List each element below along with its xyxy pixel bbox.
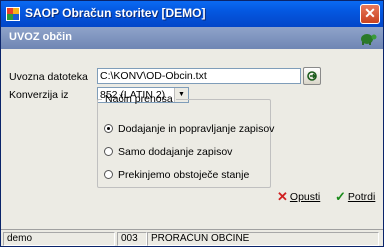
browse-icon bbox=[307, 71, 317, 81]
status-user: demo bbox=[3, 232, 115, 246]
title-bar[interactable]: SAOP Obračun storitev [DEMO] ✕ bbox=[1, 1, 383, 27]
conversion-label: Konverzija iz bbox=[9, 89, 69, 101]
radio-add-and-update[interactable]: Dodajanje in popravljanje zapisov bbox=[104, 123, 274, 135]
status-bar: demo 003 PRORAČUN OBČINE bbox=[1, 229, 383, 246]
close-button[interactable]: ✕ bbox=[360, 4, 380, 24]
cancel-label: Opusti bbox=[289, 191, 321, 203]
radio-label: Prekinjemo obstoječe stanje bbox=[118, 169, 250, 181]
status-module: PRORAČUN OBČINE bbox=[147, 232, 379, 246]
radio-overwrite[interactable]: Prekinjemo obstoječe stanje bbox=[104, 169, 249, 181]
panel-header: UVOZ občin bbox=[1, 27, 383, 49]
cancel-button[interactable]: ✕ Opusti bbox=[277, 189, 320, 205]
radio-label: Dodajanje in popravljanje zapisov bbox=[118, 123, 275, 135]
radio-unselected-icon bbox=[104, 170, 113, 179]
window-title: SAOP Obračun storitev [DEMO] bbox=[25, 6, 206, 20]
cancel-x-icon: ✕ bbox=[277, 189, 288, 204]
transfer-mode-legend: Način prenosa bbox=[105, 93, 173, 105]
saop-logo-icon bbox=[6, 7, 20, 21]
confirm-button[interactable]: ✓ Potrdi bbox=[335, 189, 375, 205]
form-area: Uvozna datoteka C:\KONV\OD-Obcin.txt Kon… bbox=[1, 49, 383, 229]
turtle-icon[interactable] bbox=[359, 30, 377, 46]
radio-selected-icon bbox=[104, 124, 113, 133]
application-window: SAOP Obračun storitev [DEMO] ✕ UVOZ obči… bbox=[0, 0, 384, 247]
browse-button[interactable] bbox=[303, 67, 321, 85]
panel-title: UVOZ občin bbox=[9, 31, 72, 43]
status-code: 003 bbox=[117, 232, 147, 246]
confirm-label: Potrdi bbox=[347, 191, 376, 203]
checkmark-icon: ✓ bbox=[335, 189, 346, 204]
transfer-mode-group: Način prenosa Dodajanje in popravljanje … bbox=[97, 93, 274, 188]
close-icon: ✕ bbox=[364, 5, 376, 21]
radio-label: Samo dodajanje zapisov bbox=[118, 146, 233, 158]
radio-unselected-icon bbox=[104, 147, 113, 156]
file-path-input[interactable]: C:\KONV\OD-Obcin.txt bbox=[97, 68, 301, 84]
file-label: Uvozna datoteka bbox=[9, 71, 88, 83]
radio-add-only[interactable]: Samo dodajanje zapisov bbox=[104, 146, 232, 158]
